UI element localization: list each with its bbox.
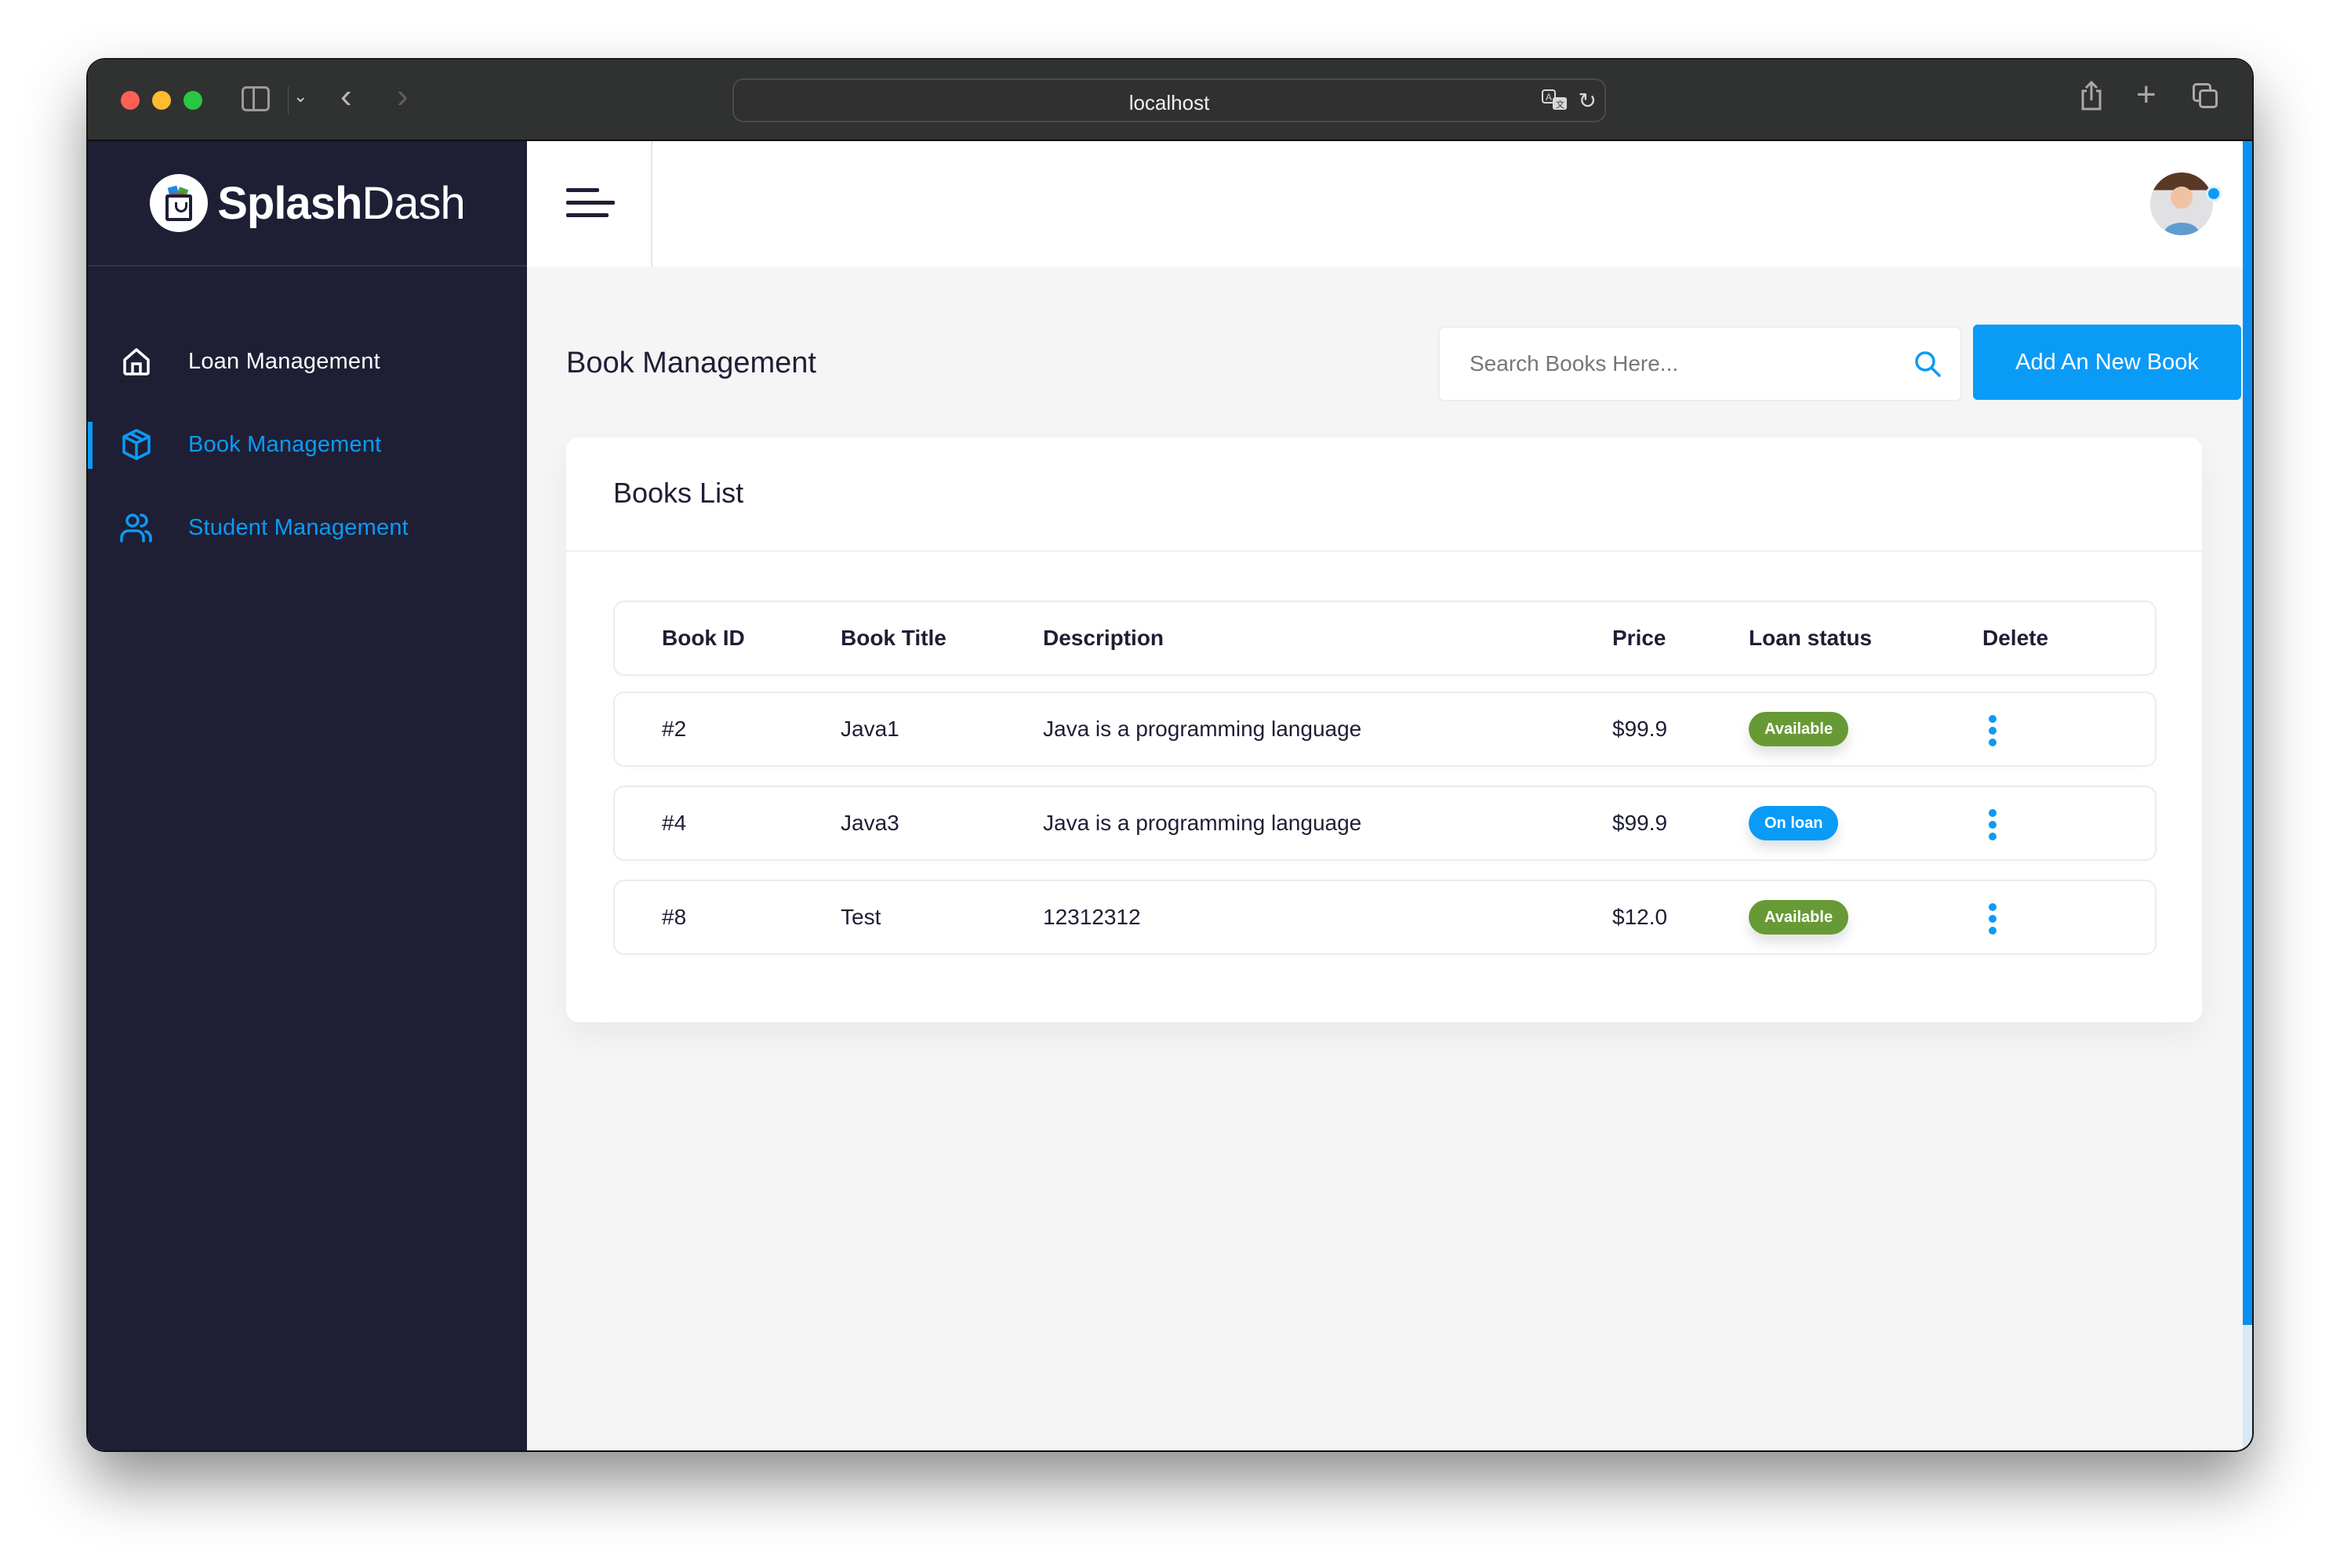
- forward-icon[interactable]: ›: [397, 77, 409, 116]
- cell-description: Java is a programming language: [1043, 717, 1362, 741]
- status-badge: Available: [1749, 712, 1849, 746]
- more-options-icon[interactable]: [1989, 903, 1997, 935]
- sidebar-nav: Loan Management Book Management Student …: [88, 267, 527, 569]
- sidebar-item-book-management[interactable]: Book Management: [88, 403, 527, 486]
- sidebar-item-student-management[interactable]: Student Management: [88, 486, 527, 569]
- svg-text:文: 文: [1556, 99, 1564, 110]
- sidebar-item-loan-management[interactable]: Loan Management: [88, 320, 527, 403]
- cell-book-id: #8: [662, 905, 687, 929]
- brand[interactable]: SplashDash: [88, 141, 527, 267]
- browser-titlebar: ⌄ ‹ › localhost A文 ↻ +: [88, 60, 2252, 141]
- scrollbar-thumb[interactable]: [2243, 141, 2252, 1325]
- brand-name-light: Dash: [362, 177, 465, 229]
- cell-book-id: #2: [662, 717, 687, 741]
- cell-book-title: Java1: [841, 717, 899, 741]
- new-tab-icon[interactable]: +: [2136, 75, 2157, 114]
- more-options-icon[interactable]: [1989, 809, 1997, 840]
- search-icon[interactable]: [1913, 350, 1942, 378]
- close-window-button[interactable]: [121, 91, 140, 110]
- table-row[interactable]: #2 Java1 Java is a programming language …: [613, 691, 2157, 767]
- translate-icon[interactable]: A文: [1542, 89, 1568, 118]
- sidebar-item-label: Loan Management: [188, 348, 380, 374]
- sidebar-item-label: Student Management: [188, 514, 409, 540]
- search-input[interactable]: [1470, 328, 1909, 400]
- logo-icon: [150, 174, 209, 232]
- brand-name-bold: Splash: [217, 177, 362, 229]
- sidebar: SplashDash Loan Management Book Manageme…: [88, 141, 527, 1450]
- card-title: Books List: [613, 477, 744, 509]
- minimize-window-button[interactable]: [152, 91, 171, 110]
- status-badge: Available: [1749, 900, 1849, 935]
- reload-icon[interactable]: ↻: [1579, 88, 1597, 114]
- cell-loan-status: Available: [1749, 881, 1849, 953]
- address-bar[interactable]: localhost A文 ↻: [732, 78, 1606, 122]
- back-icon[interactable]: ‹: [340, 77, 352, 116]
- books-list-card: Books List Book ID Book Title Descriptio…: [566, 437, 2202, 1022]
- table-row[interactable]: #8 Test 12312312 $12.0 Available: [613, 880, 2157, 955]
- cell-price: $99.9: [1612, 811, 1668, 835]
- page-title: Book Management: [566, 347, 816, 379]
- hamburger-icon[interactable]: [527, 141, 652, 267]
- maximize-window-button[interactable]: [183, 91, 202, 110]
- add-new-book-button[interactable]: Add An New Book: [1973, 325, 2241, 400]
- column-header-book-id[interactable]: Book ID: [662, 602, 745, 674]
- chevron-down-icon[interactable]: ⌄: [293, 86, 307, 107]
- browser-window: ⌄ ‹ › localhost A文 ↻ + SplashDash Loan M…: [88, 60, 2252, 1450]
- table-row[interactable]: #4 Java3 Java is a programming language …: [613, 786, 2157, 861]
- online-status-dot: [2208, 188, 2219, 199]
- table-header-row: Book ID Book Title Description Price Loa…: [613, 601, 2157, 676]
- top-bar: [527, 141, 2252, 267]
- cell-loan-status: On loan: [1749, 787, 1839, 859]
- sidebar-toggle-icon[interactable]: [242, 86, 270, 111]
- cell-book-title: Java3: [841, 811, 899, 835]
- svg-text:A: A: [1546, 92, 1552, 103]
- box-icon: [119, 427, 154, 462]
- cell-book-id: #4: [662, 811, 687, 835]
- cell-price: $12.0: [1612, 905, 1668, 929]
- cell-loan-status: Available: [1749, 693, 1849, 765]
- url-text[interactable]: localhost: [734, 91, 1604, 115]
- cell-description: Java is a programming language: [1043, 811, 1362, 835]
- sidebar-item-label: Book Management: [188, 431, 382, 457]
- share-icon[interactable]: [2080, 80, 2103, 118]
- card-header: Books List: [566, 437, 2202, 552]
- status-badge: On loan: [1749, 806, 1839, 840]
- users-icon: [119, 510, 154, 545]
- main-content: Book Management Add An New Book Books Li…: [527, 141, 2252, 1450]
- more-options-icon[interactable]: [1989, 715, 1997, 746]
- column-header-price[interactable]: Price: [1612, 602, 1666, 674]
- column-header-delete[interactable]: Delete: [1982, 602, 2048, 674]
- page-header: Book Management Add An New Book: [566, 325, 2241, 405]
- search-box: [1438, 326, 1962, 401]
- cell-description: 12312312: [1043, 905, 1141, 929]
- cell-price: $99.9: [1612, 717, 1668, 741]
- column-header-loan-status[interactable]: Loan status: [1749, 602, 1872, 674]
- app: SplashDash Loan Management Book Manageme…: [88, 141, 2252, 1450]
- cell-book-title: Test: [841, 905, 881, 929]
- column-header-description[interactable]: Description: [1043, 602, 1164, 674]
- books-table: Book ID Book Title Description Price Loa…: [613, 601, 2157, 974]
- brand-name: SplashDash: [217, 177, 466, 230]
- column-header-book-title[interactable]: Book Title: [841, 602, 947, 674]
- home-icon: [119, 344, 154, 379]
- toolbar-divider: [288, 86, 289, 114]
- tab-overview-icon[interactable]: [2193, 83, 2219, 110]
- user-avatar[interactable]: [2150, 172, 2213, 235]
